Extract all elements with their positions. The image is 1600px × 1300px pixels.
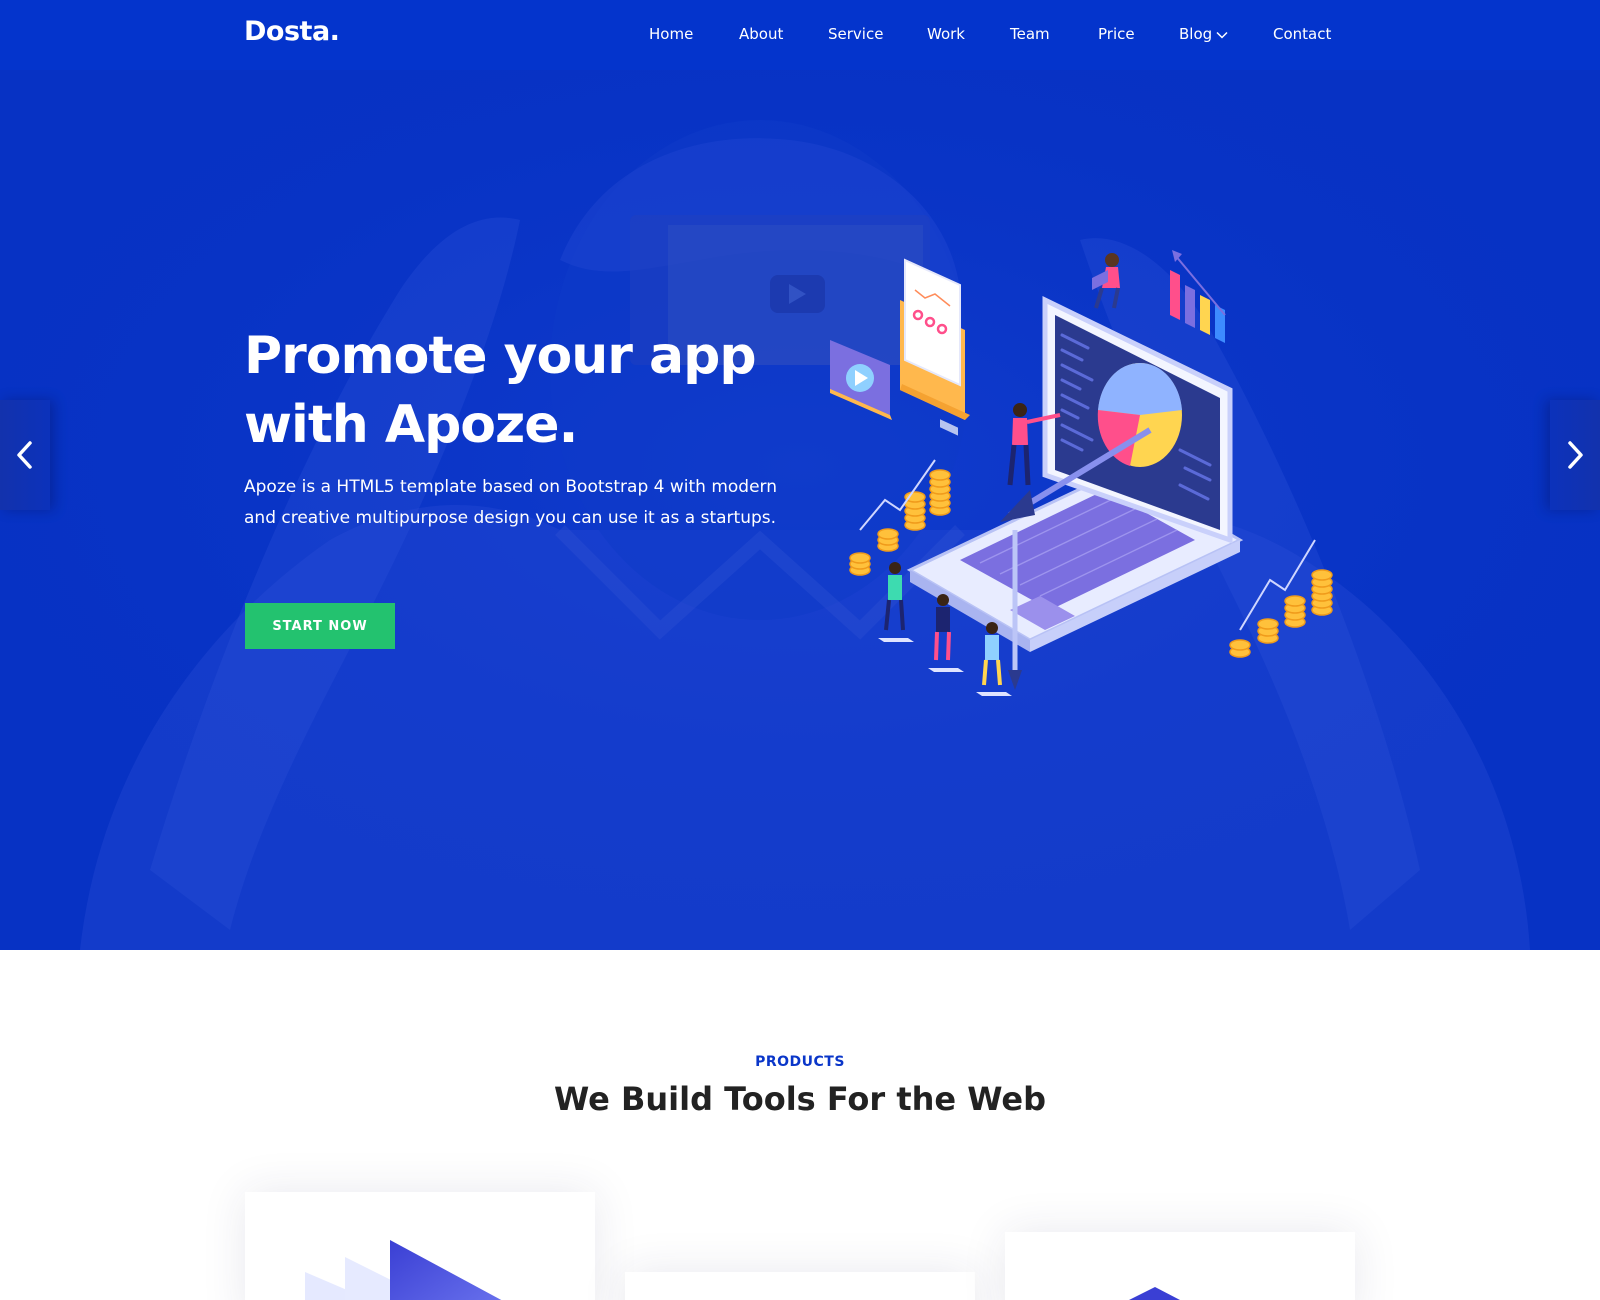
nav-blog[interactable]: Blog bbox=[1179, 25, 1228, 43]
chevron-right-icon bbox=[1568, 441, 1583, 469]
chevron-down-icon bbox=[1216, 31, 1228, 39]
navbar: Dosta. Home About Service Work Team Pric… bbox=[0, 0, 1600, 70]
nav-about[interactable]: About bbox=[739, 25, 783, 43]
site-logo[interactable]: Dosta. bbox=[244, 16, 340, 47]
product-card[interactable] bbox=[245, 1192, 595, 1300]
start-now-button[interactable]: START NOW bbox=[245, 603, 395, 649]
product-card-graphic bbox=[305, 1240, 502, 1300]
product-card[interactable] bbox=[1005, 1232, 1355, 1300]
hero-illustration bbox=[830, 250, 1333, 696]
nav-work[interactable]: Work bbox=[927, 25, 965, 43]
nav-contact[interactable]: Contact bbox=[1273, 25, 1331, 43]
products-title: We Build Tools For the Web bbox=[553, 1080, 1046, 1118]
nav-price[interactable]: Price bbox=[1098, 25, 1135, 43]
hero-slider: Promote your app with Apoze. Apoze is a … bbox=[0, 70, 1600, 950]
nav-home[interactable]: Home bbox=[649, 25, 693, 43]
product-card[interactable] bbox=[625, 1272, 975, 1300]
chevron-left-icon bbox=[17, 441, 32, 469]
slider-next-button[interactable] bbox=[1550, 400, 1600, 510]
nav-team[interactable]: Team bbox=[1010, 25, 1050, 43]
hero-title-line1: Promote your app bbox=[244, 326, 757, 386]
nav-service[interactable]: Service bbox=[828, 25, 883, 43]
hero-title-line2: with Apoze. bbox=[244, 395, 578, 455]
slider-prev-button[interactable] bbox=[0, 400, 50, 510]
product-card-graphic bbox=[1129, 1287, 1180, 1300]
hero-title: Promote your app with Apoze. bbox=[244, 322, 804, 460]
nav-blog-label: Blog bbox=[1179, 25, 1213, 43]
products-label: PRODUCTS bbox=[755, 1054, 845, 1070]
hero-description: Apoze is a HTML5 template based on Boots… bbox=[244, 477, 778, 528]
